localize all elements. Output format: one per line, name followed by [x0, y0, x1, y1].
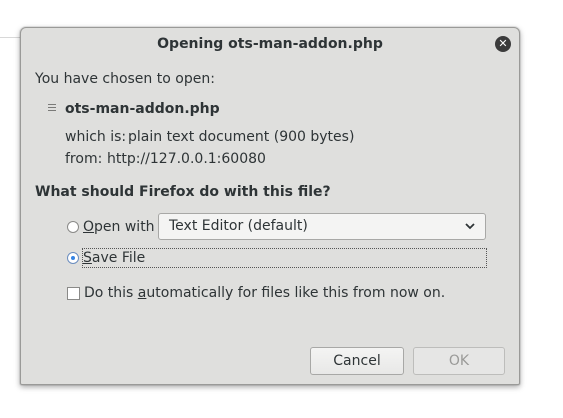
open-with-label[interactable]: Open with [83, 218, 155, 236]
source-url-value: http://127.0.0.1:60080 [107, 151, 266, 167]
auto-action-checkbox[interactable] [67, 287, 80, 300]
save-file-radio[interactable] [67, 252, 79, 264]
download-dialog: Opening ots-man-addon.php ✕ You have cho… [20, 27, 520, 385]
ok-button[interactable]: OK [413, 347, 505, 375]
save-file-label-rest: ave File [91, 250, 146, 266]
auto-action-label[interactable]: Do this automatically for files like thi… [84, 284, 445, 302]
auto-action-suffix: utomatically for files like this from no… [146, 285, 446, 301]
auto-action-prefix: Do this [84, 285, 138, 301]
dialog-title: Opening ots-man-addon.php [157, 36, 383, 52]
action-question: What should Firefox do with this file? [35, 184, 331, 200]
file-name: ots-man-addon.php [65, 101, 220, 117]
file-type-value: plain text document (900 bytes) [128, 129, 355, 145]
application-select[interactable]: Text Editor (default) [158, 213, 486, 240]
dialog-titlebar[interactable]: Opening ots-man-addon.php ✕ [21, 28, 519, 62]
open-with-mnemonic: O [83, 219, 95, 235]
chevron-down-icon [465, 223, 475, 230]
cancel-button[interactable]: Cancel [310, 347, 404, 375]
from-label: from: [65, 151, 103, 167]
close-icon[interactable]: ✕ [495, 36, 511, 52]
save-file-label[interactable]: Save File [83, 249, 145, 267]
text-file-icon [48, 104, 56, 114]
background-divider [0, 37, 22, 38]
chosen-label: You have chosen to open: [35, 71, 215, 87]
save-file-mnemonic: S [83, 250, 92, 266]
application-select-value: Text Editor (default) [169, 218, 308, 234]
open-with-label-rest: pen with [94, 219, 155, 235]
which-is-label: which is: [65, 129, 127, 145]
open-with-radio[interactable] [67, 221, 79, 233]
